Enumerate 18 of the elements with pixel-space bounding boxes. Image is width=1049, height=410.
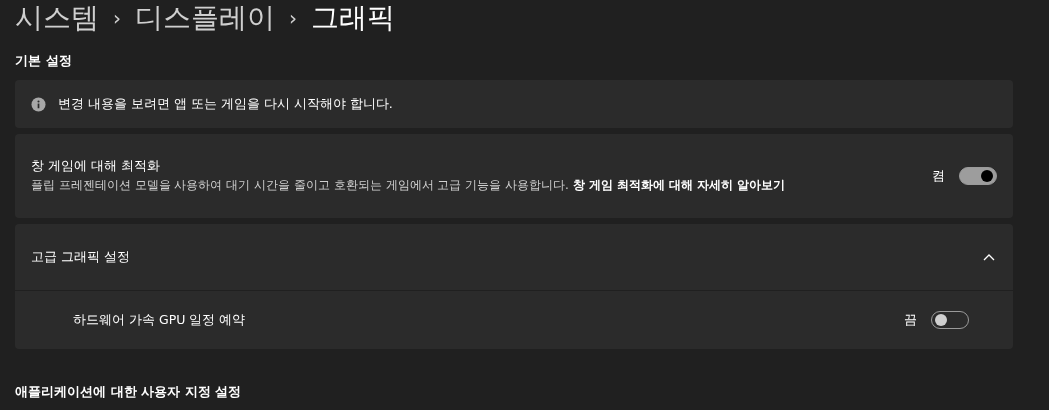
chevron-icon [983,253,995,261]
toggle-state-label: 끔 [904,311,917,329]
setting-title: 창 게임에 대해 최적화 [31,158,161,176]
breadcrumb-separator: › [113,6,121,30]
breadcrumb-separator: › [289,6,297,30]
info-icon [31,96,46,112]
learn-more-link[interactable]: 창 게임 최적화에 대해 자세히 알아보기 [572,178,786,193]
info-text: 변경 내용을 보려면 앱 또는 게임을 다시 시작해야 합니다. [58,95,393,113]
setting-description: 플립 프레젠테이션 모델을 사용하여 대기 시간을 줄이고 호환되는 게임에서 고급 기능을 사용합니다. 창 게임 최적화에 대해 자세히 알아보기 [31,177,787,194]
setting-label: 하드웨어 가속 GPU 일정 예약 [73,311,247,329]
toggle-switch[interactable] [959,167,997,185]
section-heading: 애플리케이션에 대한 사용자 지정 설정 [15,383,243,401]
breadcrumb-item: 그래픽 [311,4,395,32]
breadcrumb-item[interactable]: 디스플레이 [135,4,275,32]
expander-header[interactable]: 고급 그래픽 설정 [15,224,1013,290]
toggle-state-label: 켬 [932,167,945,185]
section-heading: 기본 설정 [15,52,72,70]
breadcrumb-item[interactable]: 시스템 [15,4,99,32]
